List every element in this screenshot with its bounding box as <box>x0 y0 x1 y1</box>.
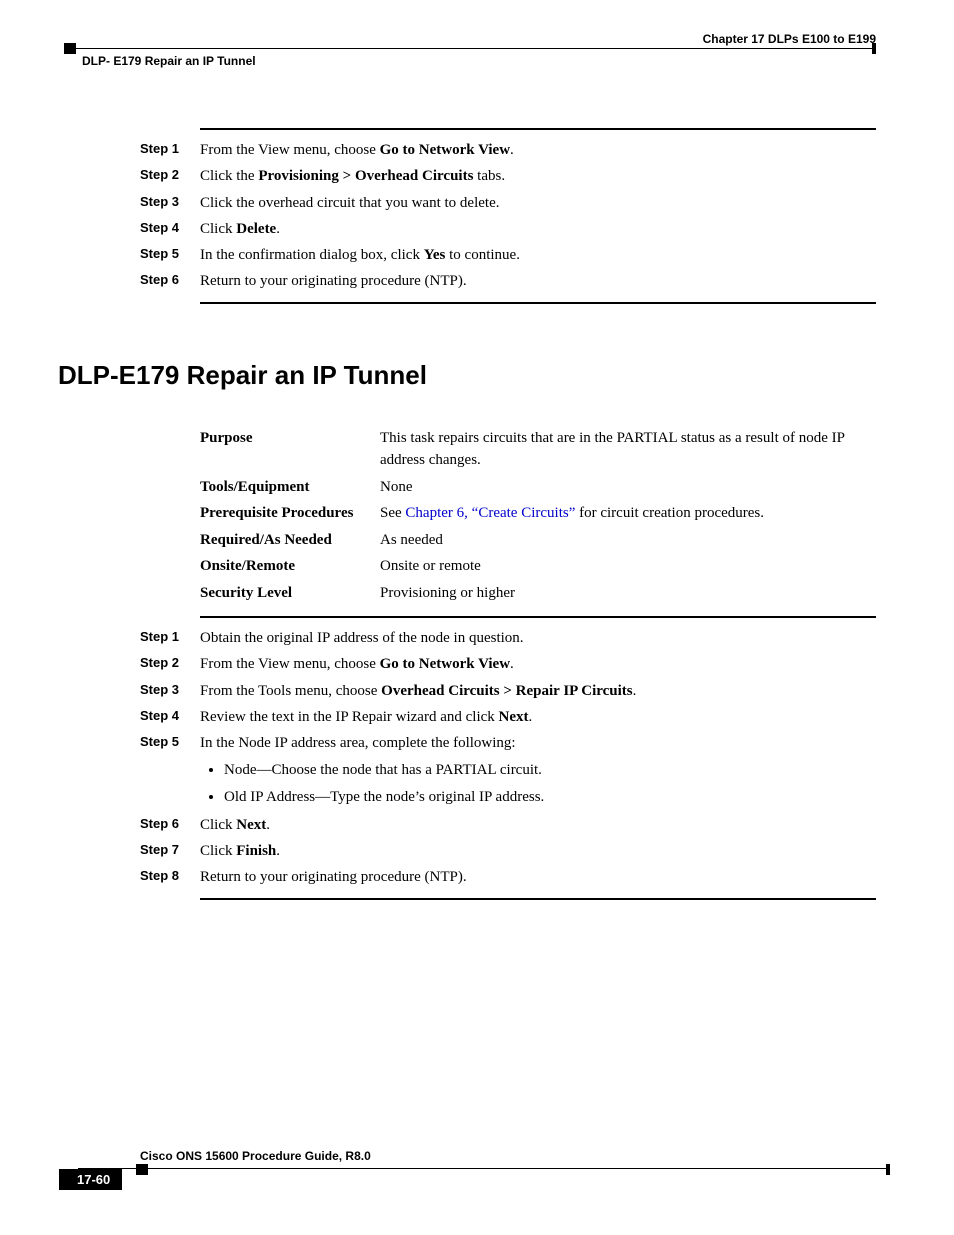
step-body: Review the text in the IP Repair wizard … <box>200 707 876 727</box>
info-value-onsite: Onsite or remote <box>380 555 876 578</box>
rule-below-steps-a <box>200 302 876 304</box>
info-value-purpose: This task repairs circuits that are in t… <box>380 427 876 472</box>
info-label-purpose: Purpose <box>200 427 380 450</box>
step-body: Click Finish. <box>200 841 876 861</box>
step-row: Step 1Obtain the original IP address of … <box>140 628 876 648</box>
info-label-onsite: Onsite/Remote <box>200 555 380 578</box>
step-body: Return to your originating procedure (NT… <box>200 271 876 291</box>
rule-above-steps-a <box>200 128 876 130</box>
prereq-prefix: See <box>380 505 405 521</box>
header-rule <box>64 48 876 49</box>
info-row-security: Security Level Provisioning or higher <box>200 582 876 605</box>
step-row: Step 6Return to your originating procedu… <box>140 271 876 291</box>
prereq-link[interactable]: Chapter 6, “Create Circuits” <box>405 505 575 521</box>
footer-rule <box>78 1168 890 1169</box>
info-row-required: Required/As Needed As needed <box>200 529 876 552</box>
step-body: Click Delete. <box>200 219 876 239</box>
info-label-required: Required/As Needed <box>200 529 380 552</box>
step-row: Step 7Click Finish. <box>140 841 876 861</box>
step-body: From the Tools menu, choose Overhead Cir… <box>200 681 876 701</box>
step-label: Step 7 <box>140 841 200 859</box>
info-row-onsite: Onsite/Remote Onsite or remote <box>200 555 876 578</box>
step-body: Click Next. <box>200 815 876 835</box>
bullet-item: Old IP Address—Type the node’s original … <box>224 786 876 809</box>
step-label: Step 4 <box>140 219 200 237</box>
header-marker-left <box>64 43 76 54</box>
info-row-prereq: Prerequisite Procedures See Chapter 6, “… <box>200 502 876 525</box>
info-value-security: Provisioning or higher <box>380 582 876 605</box>
steps-group-b: Step 1Obtain the original IP address of … <box>140 628 876 753</box>
step-label: Step 6 <box>140 271 200 289</box>
header-marker-right <box>872 43 876 54</box>
info-label-tools: Tools/Equipment <box>200 476 380 499</box>
info-row-purpose: Purpose This task repairs circuits that … <box>200 427 876 472</box>
step-label: Step 6 <box>140 815 200 833</box>
step-label: Step 3 <box>140 681 200 699</box>
step-label: Step 8 <box>140 867 200 885</box>
step-body: Click the overhead circuit that you want… <box>200 193 876 213</box>
prereq-suffix: for circuit creation procedures. <box>575 505 764 521</box>
step-body: From the View menu, choose Go to Network… <box>200 654 876 674</box>
steps-group-c: Step 6Click Next.Step 7Click Finish.Step… <box>140 815 876 888</box>
info-label-security: Security Level <box>200 582 380 605</box>
footer-marker-left <box>136 1164 148 1175</box>
step-label: Step 2 <box>140 654 200 672</box>
step-body: In the Node IP address area, complete th… <box>200 733 876 753</box>
info-table: Purpose This task repairs circuits that … <box>200 427 876 605</box>
step-row: Step 5In the confirmation dialog box, cl… <box>140 245 876 265</box>
step-row: Step 4Review the text in the IP Repair w… <box>140 707 876 727</box>
step-row: Step 5In the Node IP address area, compl… <box>140 733 876 753</box>
rule-below-steps-c <box>200 898 876 900</box>
section-heading: DLP-E179 Repair an IP Tunnel <box>58 360 876 391</box>
step-label: Step 2 <box>140 166 200 184</box>
step-body: Click the Provisioning > Overhead Circui… <box>200 166 876 186</box>
step-row: Step 4Click Delete. <box>140 219 876 239</box>
step-label: Step 1 <box>140 628 200 646</box>
bullet-item: Node—Choose the node that has a PARTIAL … <box>224 759 876 782</box>
steps-group-a: Step 1From the View menu, choose Go to N… <box>140 140 876 292</box>
rule-above-steps-b <box>200 616 876 618</box>
step-body: Obtain the original IP address of the no… <box>200 628 876 648</box>
step-body: From the View menu, choose Go to Network… <box>200 140 876 160</box>
footer-marker-right <box>886 1164 890 1175</box>
step-label: Step 5 <box>140 245 200 263</box>
running-header-chapter: Chapter 17 DLPs E100 to E199 <box>703 32 876 46</box>
page-number: 17-60 <box>59 1169 122 1190</box>
step-row: Step 1From the View menu, choose Go to N… <box>140 140 876 160</box>
step-body: In the confirmation dialog box, click Ye… <box>200 245 876 265</box>
info-value-tools: None <box>380 476 876 499</box>
step-label: Step 1 <box>140 140 200 158</box>
step-row: Step 3Click the overhead circuit that yo… <box>140 193 876 213</box>
page: Chapter 17 DLPs E100 to E199 DLP- E179 R… <box>0 0 954 1235</box>
footer-rule-wrap <box>78 1168 890 1169</box>
step-row: Step 2From the View menu, choose Go to N… <box>140 654 876 674</box>
step-row: Step 2Click the Provisioning > Overhead … <box>140 166 876 186</box>
step-row: Step 6Click Next. <box>140 815 876 835</box>
step-body: Return to your originating procedure (NT… <box>200 867 876 887</box>
footer-book-title: Cisco ONS 15600 Procedure Guide, R8.0 <box>140 1149 371 1163</box>
step-label: Step 3 <box>140 193 200 211</box>
info-label-prereq: Prerequisite Procedures <box>200 502 380 525</box>
info-value-required: As needed <box>380 529 876 552</box>
step-label: Step 4 <box>140 707 200 725</box>
info-row-tools: Tools/Equipment None <box>200 476 876 499</box>
step5-bullets: Node—Choose the node that has a PARTIAL … <box>224 759 876 809</box>
step-label: Step 5 <box>140 733 200 751</box>
info-value-prereq: See Chapter 6, “Create Circuits” for cir… <box>380 502 876 525</box>
step-row: Step 8Return to your originating procedu… <box>140 867 876 887</box>
step-row: Step 3From the Tools menu, choose Overhe… <box>140 681 876 701</box>
running-header-subtitle: DLP- E179 Repair an IP Tunnel <box>82 54 256 68</box>
content-area: Step 1From the View menu, choose Go to N… <box>140 128 876 910</box>
